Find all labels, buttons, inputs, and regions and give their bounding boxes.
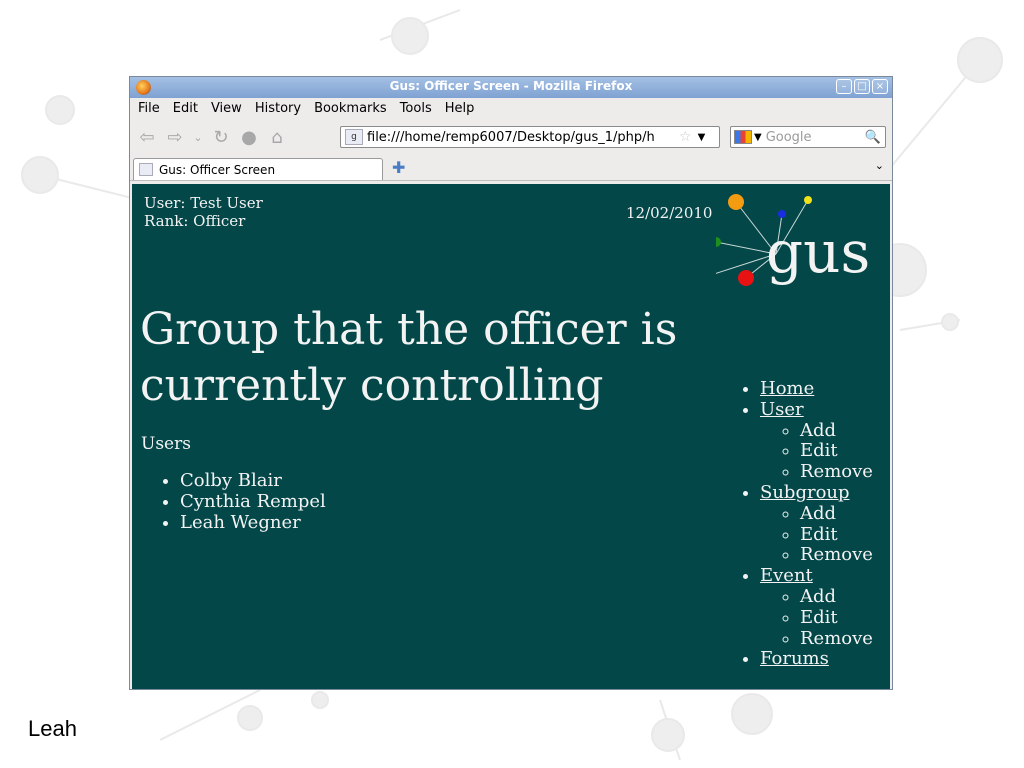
search-icon[interactable]: 🔍 [865,130,881,145]
menu-history[interactable]: History [255,101,301,116]
site-favicon-icon: g [345,129,363,145]
nav-link-home[interactable]: Home [760,378,814,399]
user-rank: Rank: Officer [144,212,246,230]
list-item: Colby Blair [180,470,326,491]
reload-icon[interactable]: ↻ [210,127,232,149]
url-dropdown-icon[interactable]: ▼ [698,132,706,143]
tab-officer-screen[interactable]: Gus: Officer Screen [133,158,383,180]
close-button[interactable]: × [872,79,888,94]
bookmark-star-icon[interactable]: ☆ [679,129,692,145]
nav-link-event[interactable]: Event [760,565,813,586]
nav-subgroup-add[interactable]: Add [800,503,873,525]
menu-view[interactable]: View [211,101,242,116]
menu-bookmarks[interactable]: Bookmarks [314,101,387,116]
new-tab-icon[interactable]: ✚ [392,158,405,177]
nav-event-edit[interactable]: Edit [800,607,873,629]
search-engine-icon[interactable] [734,130,752,144]
users-list: Colby Blair Cynthia Rempel Leah Wegner [180,470,326,533]
nav-user-add[interactable]: Add [800,420,873,442]
minimize-button[interactable]: – [836,79,852,94]
nav-link-subgroup[interactable]: Subgroup [760,482,850,503]
tab-list-icon[interactable]: ⌄ [875,159,884,172]
menu-tools[interactable]: Tools [400,101,432,116]
list-item: Leah Wegner [180,512,326,533]
current-date: 12/02/2010 [626,204,713,222]
page-content: User: Test User Rank: Officer 12/02/2010… [132,184,890,689]
nav-subgroup-remove[interactable]: Remove [800,545,873,566]
window-titlebar[interactable]: Gus: Officer Screen - Mozilla Firefox – … [130,77,892,98]
tab-bar: Gus: Officer Screen ✚ ⌄ [130,156,892,181]
nav-subgroup-edit[interactable]: Edit [800,524,873,546]
menu-edit[interactable]: Edit [173,101,198,116]
page-headline: Group that the officer is currently cont… [140,304,678,411]
tab-label: Gus: Officer Screen [159,162,276,177]
history-dropdown-icon[interactable]: ⌄ [192,127,204,149]
window-title: Gus: Officer Screen - Mozilla Firefox [389,79,633,93]
menu-file[interactable]: File [138,101,160,116]
search-engine-dropdown-icon[interactable]: ▼ [754,132,762,143]
slide-caption: Leah [28,716,77,741]
user-info: User: Test User Rank: Officer [144,194,263,230]
maximize-button[interactable]: □ [854,79,870,94]
nav-user-edit[interactable]: Edit [800,441,873,462]
search-bar[interactable]: ▼ Google 🔍 [730,126,886,148]
navigation-toolbar: ⇦ ⇨ ⌄ ↻ ● ⌂ g file:///home/remp6007/Desk… [130,119,892,156]
nav-link-user[interactable]: User [760,399,804,420]
nav-event-add[interactable]: Add [800,586,873,608]
nav-user-remove[interactable]: Remove [800,461,873,483]
site-navigation: Home User Add Edit Remove Subgroup Add E… [742,378,873,670]
nav-event-remove[interactable]: Remove [800,628,873,650]
users-heading: Users [141,434,191,454]
url-bar[interactable]: g file:///home/remp6007/Desktop/gus_1/ph… [340,126,720,148]
nav-link-forums[interactable]: Forums [760,648,829,669]
stop-icon[interactable]: ● [238,127,260,149]
logo-text: gus [766,218,870,286]
user-name: User: Test User [144,194,263,212]
url-text[interactable]: file:///home/remp6007/Desktop/gus_1/php/… [367,130,677,145]
gus-logo: gus [716,194,870,286]
menu-bar: File Edit View History Bookmarks Tools H… [130,98,892,119]
menu-help[interactable]: Help [445,101,475,116]
tab-favicon-icon [139,163,153,176]
back-icon[interactable]: ⇦ [136,127,158,149]
forward-icon[interactable]: ⇨ [164,127,186,149]
search-input[interactable]: Google [766,130,865,145]
browser-window: Gus: Officer Screen - Mozilla Firefox – … [129,76,893,690]
home-icon[interactable]: ⌂ [266,127,288,149]
list-item: Cynthia Rempel [180,491,326,512]
